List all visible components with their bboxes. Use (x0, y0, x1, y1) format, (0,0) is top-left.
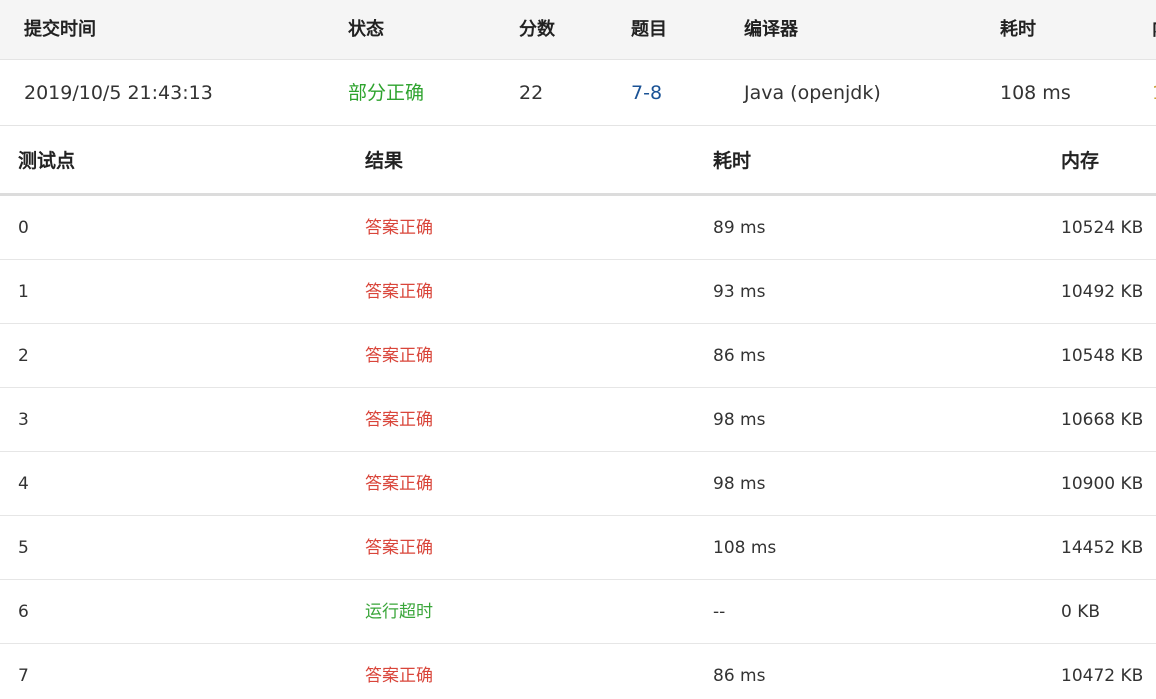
case-time: 93 ms (713, 282, 766, 302)
table-row: 1 答案正确 93 ms 10492 KB (0, 260, 1156, 324)
test-case-header-row: 测试点 结果 耗时 内存 (0, 126, 1156, 196)
table-row: 0 答案正确 89 ms 10524 KB (0, 196, 1156, 260)
case-time: 108 ms (713, 538, 777, 558)
case-result: 运行超时 (365, 602, 433, 622)
header-memory-truncated: 内 (1152, 0, 1156, 59)
case-id: 3 (18, 410, 29, 430)
header-memory: 内存 (1061, 150, 1100, 172)
table-row: 2 答案正确 86 ms 10548 KB (0, 324, 1156, 388)
problem-link[interactable]: 7-8 (631, 60, 662, 126)
submission-status: 部分正确 (348, 82, 425, 104)
case-time: 89 ms (713, 218, 766, 238)
case-id: 1 (18, 282, 29, 302)
case-memory: 14452 KB (1061, 538, 1144, 558)
case-time: 98 ms (713, 410, 766, 430)
case-id: 2 (18, 346, 29, 366)
header-status: 状态 (348, 19, 384, 40)
case-result: 答案正确 (365, 666, 433, 686)
case-id: 7 (18, 666, 29, 686)
case-result: 答案正确 (365, 538, 433, 558)
header-elapsed: 耗时 (1000, 19, 1036, 40)
submission-row: 2019/10/5 21:43:13 部分正确 22 7-8 Java (ope… (0, 60, 1156, 126)
case-id: 4 (18, 474, 29, 494)
table-row: 3 答案正确 98 ms 10668 KB (0, 388, 1156, 452)
submission-summary-table: 提交时间 状态 分数 题目 编译器 耗时 内 2019/10/5 21:43:1… (0, 0, 1156, 126)
case-result: 答案正确 (365, 474, 433, 494)
case-result: 答案正确 (365, 346, 433, 366)
truncated-cell: 1 (1152, 60, 1156, 126)
header-submit-time: 提交时间 (24, 19, 96, 40)
submission-header-row: 提交时间 状态 分数 题目 编译器 耗时 内 (0, 0, 1156, 60)
table-row: 4 答案正确 98 ms 10900 KB (0, 452, 1156, 516)
header-score: 分数 (519, 19, 555, 40)
case-id: 5 (18, 538, 29, 558)
case-result: 答案正确 (365, 282, 433, 302)
case-result: 答案正确 (365, 218, 433, 238)
case-time: 86 ms (713, 666, 766, 686)
case-memory: 10668 KB (1061, 410, 1144, 430)
case-id: 0 (18, 218, 29, 238)
header-problem: 题目 (631, 19, 667, 40)
compiler-name: Java (openjdk) (744, 82, 881, 104)
submission-score: 22 (519, 82, 544, 104)
case-memory: 10492 KB (1061, 282, 1144, 302)
header-compiler: 编译器 (744, 19, 798, 40)
case-memory: 10548 KB (1061, 346, 1144, 366)
header-test-case: 测试点 (18, 150, 76, 172)
case-memory: 10900 KB (1061, 474, 1144, 494)
header-result: 结果 (365, 150, 404, 172)
table-row: 7 答案正确 86 ms 10472 KB (0, 644, 1156, 699)
table-row: 5 答案正确 108 ms 14452 KB (0, 516, 1156, 580)
submit-time: 2019/10/5 21:43:13 (24, 82, 213, 104)
case-time: 86 ms (713, 346, 766, 366)
case-id: 6 (18, 602, 29, 622)
case-result: 答案正确 (365, 410, 433, 430)
case-memory: 10524 KB (1061, 218, 1144, 238)
case-time: 98 ms (713, 474, 766, 494)
table-row: 6 运行超时 -- 0 KB (0, 580, 1156, 644)
submission-detail-page: 提交时间 状态 分数 题目 编译器 耗时 内 2019/10/5 21:43:1… (0, 0, 1156, 699)
case-memory: 0 KB (1061, 602, 1101, 622)
header-time: 耗时 (713, 150, 752, 172)
test-case-table: 测试点 结果 耗时 内存 0 答案正确 89 ms 10524 KB 1 答案正… (0, 126, 1156, 699)
case-memory: 10472 KB (1061, 666, 1144, 686)
case-time: -- (713, 602, 726, 622)
elapsed-time: 108 ms (1000, 82, 1071, 104)
